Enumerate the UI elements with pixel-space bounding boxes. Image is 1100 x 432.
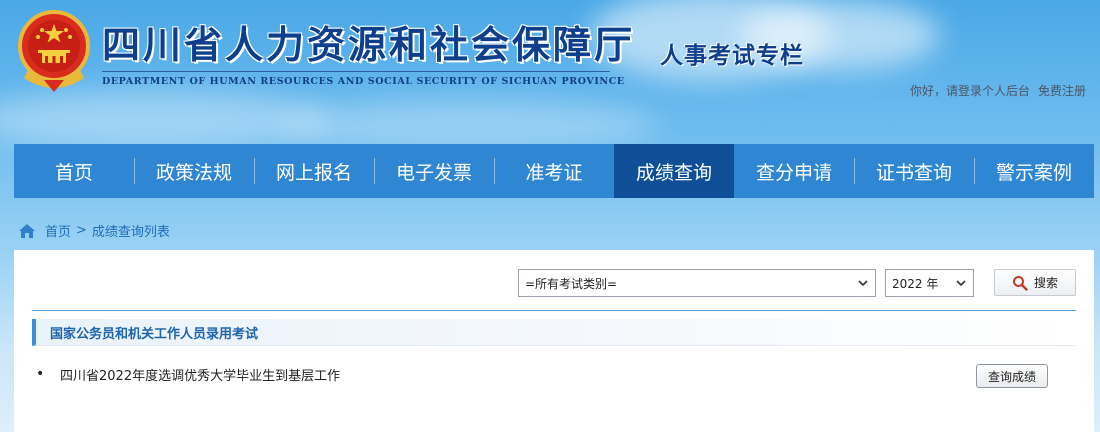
national-emblem-icon: [18, 10, 90, 92]
section-title: 人事考试专栏: [660, 42, 804, 69]
main-nav: 首页 政策法规 网上报名 电子发票 准考证 成绩查询 查分申请 证书查询 警示案…: [14, 144, 1094, 198]
breadcrumb-current[interactable]: 成绩查询列表: [92, 221, 170, 240]
chevron-down-icon: [858, 280, 868, 287]
exam-category-select[interactable]: =所有考试类别=: [518, 269, 876, 297]
list-item-title[interactable]: 四川省2022年度选调优秀大学毕业生到基层工作: [60, 365, 340, 384]
exam-category-value: =所有考试类别=: [525, 276, 618, 291]
site-header: 四川省人力资源和社会保障厅 DEPARTMENT OF HUMAN RESOUR…: [0, 0, 1100, 140]
nav-item-home[interactable]: 首页: [14, 144, 134, 198]
search-button-label: 搜索: [1033, 276, 1058, 290]
login-link[interactable]: 你好，请登录个人后台: [910, 84, 1030, 98]
year-value: 2022 年: [892, 276, 939, 291]
search-button[interactable]: 搜索: [994, 269, 1076, 296]
title-divider: [102, 71, 610, 72]
user-links: 你好，请登录个人后台 免费注册: [910, 82, 1086, 99]
nav-item-score-review[interactable]: 查分申请: [734, 144, 854, 198]
list-item: • 四川省2022年度选调优秀大学毕业生到基层工作 查询成绩: [32, 362, 1058, 392]
register-link[interactable]: 免费注册: [1038, 84, 1086, 98]
breadcrumb-separator: >: [76, 223, 87, 238]
breadcrumb-home[interactable]: 首页: [45, 221, 71, 240]
nav-item-admission-ticket[interactable]: 准考证: [494, 144, 614, 198]
nav-item-registration[interactable]: 网上报名: [254, 144, 374, 198]
nav-item-score-query[interactable]: 成绩查询: [614, 144, 734, 198]
breadcrumb: 首页 > 成绩查询列表: [18, 221, 170, 240]
category-header: 国家公务员和机关工作人员录用考试: [32, 319, 1076, 346]
nav-item-invoice[interactable]: 电子发票: [374, 144, 494, 198]
bullet: •: [36, 366, 45, 382]
home-icon: [19, 223, 35, 238]
results-panel: =所有考试类别= 2022 年 搜索 国家公务员和机关工作人员录用考试 • 四川…: [14, 250, 1094, 432]
search-icon: [1012, 275, 1028, 291]
nav-item-warning-cases[interactable]: 警示案例: [974, 144, 1094, 198]
chevron-down-icon: [956, 280, 966, 287]
query-score-button[interactable]: 查询成绩: [976, 364, 1048, 388]
nav-item-certificate-query[interactable]: 证书查询: [854, 144, 974, 198]
site-title: 四川省人力资源和社会保障厅: [102, 22, 636, 67]
nav-item-policy[interactable]: 政策法规: [134, 144, 254, 198]
divider: [32, 310, 1076, 311]
year-select[interactable]: 2022 年: [885, 269, 974, 297]
site-subtitle: DEPARTMENT OF HUMAN RESOURCES AND SOCIAL…: [102, 76, 625, 87]
